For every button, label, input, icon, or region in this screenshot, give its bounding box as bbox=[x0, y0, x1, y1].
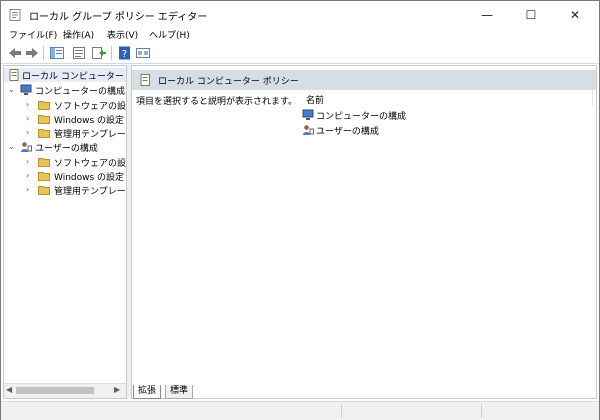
forward-arrow-icon[interactable] bbox=[24, 46, 40, 60]
status-separator bbox=[481, 404, 482, 418]
help-icon[interactable]: ? bbox=[117, 46, 133, 60]
status-bar bbox=[1, 401, 599, 420]
tree-item-user-windows[interactable]: › Windows の設定 bbox=[4, 169, 126, 183]
chevron-right-icon[interactable]: › bbox=[26, 114, 29, 123]
scrollbar-thumb[interactable] bbox=[16, 387, 94, 394]
column-header-name[interactable]: 名前 bbox=[300, 90, 593, 106]
back-arrow-icon[interactable] bbox=[7, 46, 23, 60]
show-hide-tree-icon[interactable] bbox=[49, 46, 65, 60]
app-window: ローカル グループ ポリシー エディター — ☐ ✕ ファイル(F) 操作(A)… bbox=[0, 0, 600, 420]
tree-item-label: コンピューターの構成 bbox=[35, 87, 126, 97]
chevron-down-icon[interactable]: ⌄ bbox=[8, 85, 15, 94]
filter-icon[interactable] bbox=[135, 46, 151, 60]
properties-icon[interactable] bbox=[71, 46, 87, 60]
tab-standard[interactable]: 標準 bbox=[165, 385, 194, 399]
menu-file[interactable]: ファイル(F) bbox=[9, 28, 57, 41]
folder-icon bbox=[38, 129, 50, 138]
tree-item-label: 管理用テンプレート bbox=[54, 130, 127, 140]
tree-item-user-software[interactable]: › ソフトウェアの設定 bbox=[4, 155, 126, 169]
policy-document-icon bbox=[9, 69, 19, 81]
menu-view[interactable]: 表示(V) bbox=[107, 28, 138, 41]
menu-bar: ファイル(F) 操作(A) 表示(V) ヘルプ(H) bbox=[1, 25, 599, 43]
export-list-icon[interactable] bbox=[91, 46, 107, 60]
tree-item-user-config[interactable]: ⌄ ユーザーの構成 bbox=[4, 140, 126, 154]
policy-editor-icon bbox=[9, 9, 21, 21]
list-item-label: ユーザーの構成 bbox=[316, 127, 379, 137]
folder-icon bbox=[38, 101, 50, 110]
tree-item-label: Windows の設定 bbox=[54, 173, 125, 183]
list-item-label: コンピューターの構成 bbox=[316, 112, 407, 122]
menu-action[interactable]: 操作(A) bbox=[63, 28, 94, 41]
user-icon bbox=[21, 142, 32, 152]
folder-icon bbox=[38, 158, 50, 167]
tree-item-computer-config[interactable]: ⌄ コンピューターの構成 bbox=[4, 83, 126, 97]
tree-item-label: ユーザーの構成 bbox=[35, 144, 98, 154]
tree-horizontal-scrollbar[interactable]: ◀ ▶ bbox=[4, 383, 126, 398]
tree-item-label: ローカル コンピューター ポリシー bbox=[22, 72, 126, 82]
tree-item-label: 管理用テンプレート bbox=[54, 187, 127, 197]
chevron-right-icon[interactable]: › bbox=[26, 157, 29, 166]
folder-icon bbox=[38, 115, 50, 124]
scroll-right-icon[interactable]: ▶ bbox=[114, 385, 120, 394]
user-icon bbox=[303, 125, 314, 135]
toolbar: ? bbox=[1, 43, 599, 64]
chevron-right-icon[interactable]: › bbox=[26, 185, 29, 194]
computer-icon bbox=[302, 109, 314, 120]
chevron-right-icon[interactable]: › bbox=[26, 171, 29, 180]
toolbar-separator bbox=[43, 46, 44, 60]
tab-extended[interactable]: 拡張 bbox=[133, 385, 162, 399]
policy-document-icon bbox=[140, 74, 150, 86]
view-tabs: 拡張 標準 bbox=[131, 385, 600, 399]
folder-icon bbox=[38, 172, 50, 181]
content-header-tail bbox=[282, 70, 596, 90]
details-pane: ローカル コンピューター ポリシー 項目を選択すると説明が表示されます。 名前 … bbox=[131, 65, 597, 399]
tree-item-label: ソフトウェアの設定 bbox=[54, 159, 127, 169]
list-item-user-config[interactable]: ユーザーの構成 bbox=[302, 123, 462, 137]
scroll-left-icon[interactable]: ◀ bbox=[6, 385, 12, 394]
chevron-right-icon[interactable]: › bbox=[26, 100, 29, 109]
console-tree[interactable]: ローカル コンピューター ポリシー ⌄ コンピューターの構成 › ソフトウェアの… bbox=[3, 65, 127, 399]
tree-item-label: Windows の設定 bbox=[54, 116, 125, 126]
tree-item-user-admin[interactable]: › 管理用テンプレート bbox=[4, 183, 126, 197]
menu-help[interactable]: ヘルプ(H) bbox=[149, 28, 190, 41]
column-header-label: 名前 bbox=[306, 96, 325, 106]
computer-icon bbox=[20, 84, 32, 95]
chevron-right-icon[interactable]: › bbox=[26, 128, 29, 137]
window-title: ローカル グループ ポリシー エディター bbox=[29, 12, 208, 23]
tree-item-computer-admin[interactable]: › 管理用テンプレート bbox=[4, 126, 126, 140]
tree-item-root[interactable]: ローカル コンピューター ポリシー bbox=[4, 68, 126, 82]
tree-item-computer-windows[interactable]: › Windows の設定 bbox=[4, 112, 126, 126]
description-text: 項目を選択すると説明が表示されます。 bbox=[136, 97, 298, 107]
status-separator bbox=[341, 404, 342, 418]
tree-item-computer-software[interactable]: › ソフトウェアの設定 bbox=[4, 98, 126, 112]
svg-text:?: ? bbox=[122, 49, 127, 60]
folder-icon bbox=[38, 186, 50, 195]
chevron-down-icon[interactable]: ⌄ bbox=[8, 142, 15, 151]
list-item-computer-config[interactable]: コンピューターの構成 bbox=[302, 108, 462, 122]
tree-item-label: ソフトウェアの設定 bbox=[54, 102, 127, 112]
toolbar-separator bbox=[111, 46, 112, 60]
content-header-title: ローカル コンピューター ポリシー bbox=[158, 77, 299, 87]
